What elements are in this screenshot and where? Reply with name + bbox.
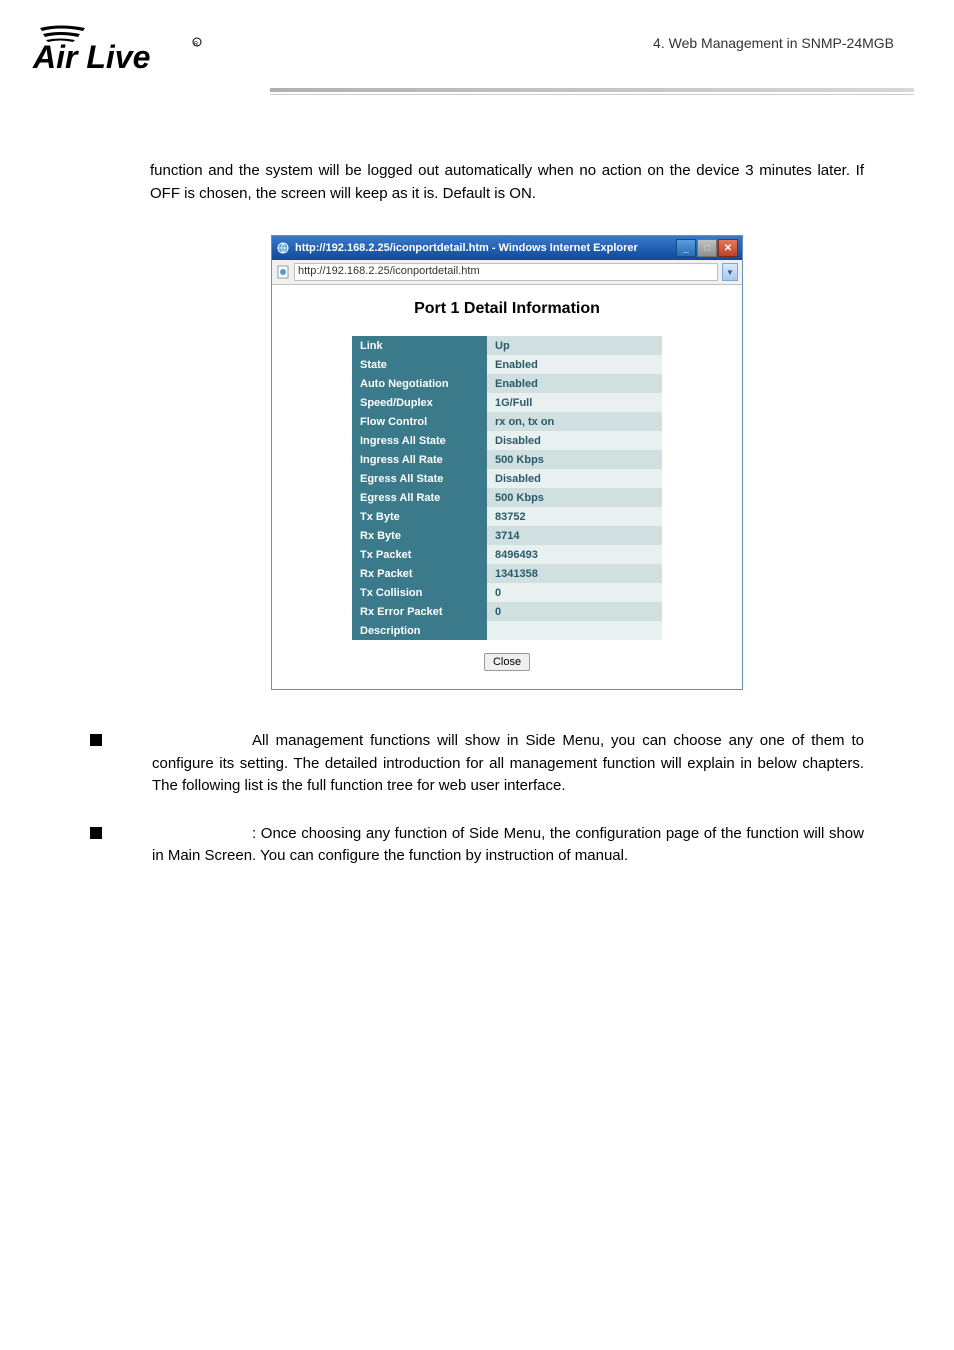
intro-paragraph: function and the system will be logged o… <box>150 160 864 205</box>
row-label: Rx Error Packet <box>352 602 487 621</box>
bullet-text: : Once choosing any function of Side Men… <box>152 823 864 868</box>
row-value: 500 Kbps <box>487 488 662 507</box>
port-detail-title: Port 1 Detail Information <box>272 300 742 318</box>
close-button[interactable]: Close <box>484 653 530 671</box>
row-label: Speed/Duplex <box>352 393 487 412</box>
bullet-item: All management functions will show in Si… <box>150 730 864 798</box>
ie-window: http://192.168.2.25/iconportdetail.htm -… <box>271 235 743 690</box>
window-title: http://192.168.2.25/iconportdetail.htm -… <box>295 242 676 254</box>
port-detail-table: LinkUpStateEnabledAuto NegotiationEnable… <box>352 336 662 640</box>
row-value: 1G/Full <box>487 393 662 412</box>
header-divider <box>270 88 914 95</box>
row-value: 0 <box>487 602 662 621</box>
bullet-square-icon <box>90 734 102 746</box>
row-value: Enabled <box>487 374 662 393</box>
table-row: Egress All StateDisabled <box>352 469 662 488</box>
row-value: Enabled <box>487 355 662 374</box>
row-label: Ingress All Rate <box>352 450 487 469</box>
row-label: Egress All State <box>352 469 487 488</box>
row-label: Ingress All State <box>352 431 487 450</box>
row-label: Rx Packet <box>352 564 487 583</box>
table-row: Rx Error Packet0 <box>352 602 662 621</box>
row-label: State <box>352 355 487 374</box>
row-value: Disabled <box>487 469 662 488</box>
table-row: Egress All Rate500 Kbps <box>352 488 662 507</box>
table-row: Tx Packet8496493 <box>352 545 662 564</box>
svg-text:R: R <box>194 42 199 48</box>
row-label: Description <box>352 621 487 640</box>
row-value: 8496493 <box>487 545 662 564</box>
table-row: Description <box>352 621 662 640</box>
row-value: 3714 <box>487 526 662 545</box>
table-row: Ingress All StateDisabled <box>352 431 662 450</box>
row-value: rx on, tx on <box>487 412 662 431</box>
table-row: Flow Controlrx on, tx on <box>352 412 662 431</box>
row-label: Tx Packet <box>352 545 487 564</box>
close-window-button[interactable]: ✕ <box>718 239 738 257</box>
row-label: Auto Negotiation <box>352 374 487 393</box>
row-value <box>487 621 662 640</box>
bullet-text: All management functions will show in Si… <box>152 730 864 798</box>
table-row: Tx Byte83752 <box>352 507 662 526</box>
address-dropdown[interactable]: ▼ <box>722 263 738 281</box>
logo: Air Live R <box>25 20 225 85</box>
minimize-button[interactable]: _ <box>676 239 696 257</box>
row-label: Rx Byte <box>352 526 487 545</box>
header-breadcrumb: 4. Web Management in SNMP-24MGB <box>653 35 894 51</box>
table-row: StateEnabled <box>352 355 662 374</box>
table-row: Rx Byte3714 <box>352 526 662 545</box>
row-value: Disabled <box>487 431 662 450</box>
row-label: Link <box>352 336 487 355</box>
address-bar: http://192.168.2.25/iconportdetail.htm ▼ <box>272 260 742 285</box>
row-label: Egress All Rate <box>352 488 487 507</box>
table-row: Ingress All Rate500 Kbps <box>352 450 662 469</box>
table-row: LinkUp <box>352 336 662 355</box>
ie-icon <box>276 241 290 255</box>
row-label: Flow Control <box>352 412 487 431</box>
row-value: 500 Kbps <box>487 450 662 469</box>
maximize-button[interactable]: □ <box>697 239 717 257</box>
table-row: Rx Packet1341358 <box>352 564 662 583</box>
row-value: 0 <box>487 583 662 602</box>
svg-text:Air Live: Air Live <box>32 39 150 75</box>
table-row: Speed/Duplex1G/Full <box>352 393 662 412</box>
table-row: Tx Collision0 <box>352 583 662 602</box>
bullet-item: : Once choosing any function of Side Men… <box>150 823 864 868</box>
bullet-square-icon <box>90 827 102 839</box>
title-bar: http://192.168.2.25/iconportdetail.htm -… <box>272 236 742 260</box>
row-value: Up <box>487 336 662 355</box>
address-input[interactable]: http://192.168.2.25/iconportdetail.htm <box>294 263 718 281</box>
row-value: 83752 <box>487 507 662 526</box>
row-label: Tx Collision <box>352 583 487 602</box>
page-icon <box>276 265 290 279</box>
row-value: 1341358 <box>487 564 662 583</box>
table-row: Auto NegotiationEnabled <box>352 374 662 393</box>
row-label: Tx Byte <box>352 507 487 526</box>
